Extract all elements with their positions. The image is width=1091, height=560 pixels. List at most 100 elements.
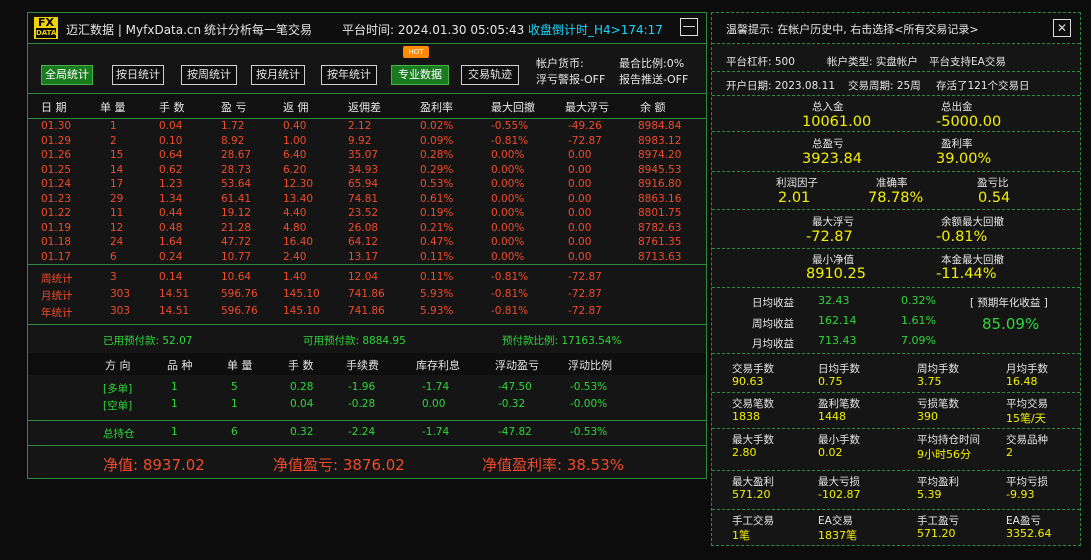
total-pl-label: 总盈亏 — [812, 138, 844, 150]
col-float-ratio: 浮动比例 — [568, 359, 612, 372]
cell-rebate-diff: 741.86 — [348, 305, 385, 317]
col-rebate-diff: 返佣差 — [348, 101, 381, 114]
tab-trade-track[interactable]: 交易轨迹 — [461, 65, 519, 85]
min-equity-label: 最小净值 — [812, 254, 854, 266]
annualized-label: [ 预期年化收益 ] — [970, 297, 1048, 309]
col-commission: 手续费 — [346, 359, 379, 372]
stat-label: 周均手数 — [917, 363, 959, 375]
cell-max-float-loss: 0.00 — [568, 163, 592, 176]
cell-balance: 8713.63 — [638, 250, 682, 263]
max-float-loss: -72.87 — [806, 229, 853, 245]
cell-orders: 29 — [110, 192, 124, 205]
stat-label: 盈利笔数 — [818, 398, 860, 410]
cell-profit-rate: 5.93% — [420, 305, 454, 317]
profit-factor-label: 利润因子 — [776, 177, 818, 189]
cell-max-drawdown: -0.55% — [491, 120, 529, 132]
cell-balance: 8984.84 — [638, 120, 682, 132]
account-summary-panel: 温馨提示: 在帐户历史中, 右击选择<所有交易记录> ✕ 平台杠杆: 500 帐… — [711, 12, 1081, 546]
title-bar: FX DATA 迈汇数据 | MyfxData.cn 统计分析每一笔交易 平台时… — [28, 13, 706, 44]
tab-global-stats[interactable]: 全局统计 — [41, 65, 93, 85]
cell-max-drawdown: 0.00% — [491, 192, 525, 205]
cell-commission: -1.96 — [348, 381, 376, 393]
total-deposit-label: 总入金 — [812, 101, 844, 113]
table-row: 01.18 24 1.64 47.72 16.40 64.12 0.47% 0.00% 0.00… — [28, 236, 706, 250]
pl-ratio-label: 盈亏比 — [977, 177, 1009, 189]
cell-lots: 14.51 — [159, 305, 190, 317]
cell-orders: 303 — [110, 305, 131, 317]
cell-profit-rate: 0.09% — [420, 134, 454, 147]
cell-lots: 0.28 — [290, 381, 314, 393]
cell-float-pl: -0.32 — [498, 398, 526, 410]
cell-balance: 8945.53 — [638, 163, 682, 176]
col-max-float-loss: 最大浮亏 — [565, 101, 609, 114]
stat-label: 月均手数 — [1006, 363, 1048, 375]
cell-orders: 15 — [110, 149, 124, 161]
cell-rebate-diff: 741.86 — [348, 288, 385, 300]
monthly-avg-label: 月均收益 — [752, 338, 794, 350]
cell-profit-rate: 0.61% — [420, 192, 454, 205]
col-pl: 盈 亏 — [221, 101, 247, 114]
cell-rebate-diff: 12.04 — [348, 271, 379, 283]
monthly-avg: 713.43 — [818, 334, 857, 347]
cell-orders: 6 — [110, 250, 117, 263]
cell-max-drawdown: -0.81% — [491, 305, 529, 317]
cell-balance: 8983.12 — [638, 134, 682, 147]
positions-header: 方 向 品 种 单 量 手 数 手续费 库存利息 浮动盈亏 浮动比例 — [28, 353, 706, 375]
table-row: 01.24 17 1.23 53.64 12.30 65.94 0.53% 0.00% 0.00… — [28, 178, 706, 192]
stat-label: 交易品种 — [1006, 434, 1048, 446]
tip-text: 温馨提示: 在帐户历史中, 右击选择<所有交易记录> — [726, 23, 979, 36]
tab-daily-stats[interactable]: 按日统计 — [112, 65, 164, 85]
equity-profit-rate: 净值盈利率: 38.53% — [482, 456, 625, 474]
col-lots: 手 数 — [159, 101, 185, 114]
cell-profit-rate: 0.21% — [420, 221, 454, 234]
stat-label: EA交易 — [818, 515, 853, 527]
cell-lots: 14.51 — [159, 288, 190, 300]
daily-avg-pct: 0.32% — [901, 294, 936, 307]
position-row: [多单] 1 5 0.28 -1.96 -1.74 -47.50 -0.53% — [28, 381, 706, 395]
cell-max-drawdown: 0.00% — [491, 163, 525, 176]
cell-orders: 5 — [231, 381, 238, 393]
stat-label: 手工交易 — [732, 515, 774, 527]
cell-max-float-loss: 0.00 — [568, 236, 592, 248]
cell-balance: 8761.35 — [638, 236, 682, 248]
cell-direction: 总持仓 — [103, 428, 135, 440]
cell-date: 01.17 — [41, 250, 72, 263]
col-date: 日 期 — [41, 101, 67, 114]
max-ratio: 最合比例:0% — [619, 57, 685, 70]
minimize-button[interactable]: — — [680, 18, 698, 36]
tab-pro-data[interactable]: 专业数据 — [391, 65, 449, 85]
cell-rebate: 6.40 — [283, 149, 307, 161]
cell-orders: 1 — [231, 398, 238, 410]
cell-profit-rate: 0.47% — [420, 236, 454, 248]
total-deposit: 10061.00 — [802, 114, 872, 130]
tab-yearly-stats[interactable]: 按年统计 — [321, 65, 377, 85]
cell-profit-rate: 0.11% — [420, 271, 454, 283]
report-push-toggle[interactable]: 报告推送-OFF — [619, 71, 688, 87]
equity-max-dd-label: 本金最大回撤 — [941, 254, 1004, 266]
col-rebate: 返 佣 — [283, 101, 309, 114]
ea-support: 平台支持EA交易 — [929, 56, 1006, 68]
cell-max-drawdown: 0.00% — [491, 207, 525, 219]
cell-lots: 0.48 — [159, 221, 183, 234]
stat-value: -102.87 — [818, 488, 861, 501]
cell-rebate-diff: 2.12 — [348, 120, 372, 132]
cell-pl: 28.67 — [221, 149, 252, 161]
free-margin: 可用预付款: 8884.95 — [303, 335, 406, 347]
table-row: 01.26 15 0.64 28.67 6.40 35.07 0.28% 0.00% 0.00 8… — [28, 149, 706, 163]
cell-lots: 0.64 — [159, 149, 183, 161]
stat-value: 1笔 — [732, 529, 750, 542]
summary-row: 周统计 3 0.14 10.64 1.40 12.04 0.11% -0.81% -72.87 — [28, 271, 706, 285]
cell-float-ratio: -0.00% — [570, 398, 608, 410]
monthly-avg-pct: 7.09% — [901, 334, 936, 347]
cell-pl: 596.76 — [221, 305, 258, 317]
table-row: 01.17 6 0.24 10.77 2.40 13.17 0.11% 0.00% 0.00 87… — [28, 251, 706, 265]
stat-value: 2.80 — [732, 446, 757, 459]
close-button[interactable]: ✕ — [1053, 19, 1071, 37]
cell-max-float-loss: -72.87 — [568, 305, 602, 317]
tab-weekly-stats[interactable]: 按周统计 — [181, 65, 237, 85]
tab-monthly-stats[interactable]: 按月统计 — [251, 65, 305, 85]
col-max-drawdown: 最大回撤 — [491, 101, 535, 114]
cell-profit-rate: 5.93% — [420, 288, 454, 300]
float-loss-alert-toggle[interactable]: 浮亏警报-OFF — [536, 71, 605, 87]
cell-float-ratio: -0.53% — [570, 381, 608, 393]
